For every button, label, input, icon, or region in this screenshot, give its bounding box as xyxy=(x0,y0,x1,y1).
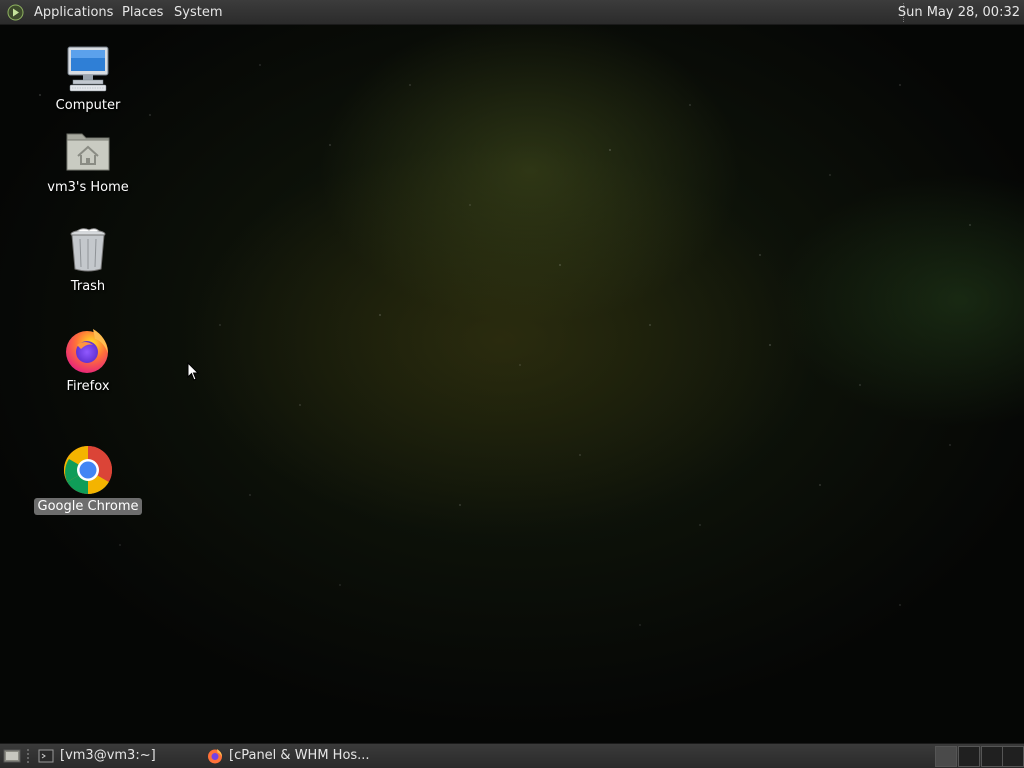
icon-label: Computer xyxy=(55,98,121,113)
show-desktop-icon[interactable] xyxy=(3,748,21,764)
workspace-3[interactable] xyxy=(981,746,1003,767)
taskbar-item-firefox[interactable]: [cPanel & WHM Hos... xyxy=(207,745,407,767)
wallpaper-stars xyxy=(0,25,1024,743)
icon-label: Trash xyxy=(70,279,106,294)
workspace-1[interactable] xyxy=(935,746,957,767)
desktop-icon-home[interactable]: vm3's Home xyxy=(33,126,143,196)
icon-label: Firefox xyxy=(66,379,110,394)
workspace-2[interactable] xyxy=(958,746,980,767)
desktop-icon-computer[interactable]: Computer xyxy=(33,44,143,114)
icon-label: Google Chrome xyxy=(33,498,143,515)
task-label: [vm3@vm3:~] xyxy=(60,748,156,763)
firefox-icon xyxy=(208,749,222,764)
system-menu[interactable]: System xyxy=(170,0,226,25)
mouse-cursor-icon xyxy=(187,362,199,381)
panel-handle[interactable] xyxy=(27,749,33,763)
computer-icon xyxy=(67,46,109,92)
task-label: [cPanel & WHM Hos... xyxy=(229,748,370,763)
firefox-icon xyxy=(66,329,108,373)
home-folder-icon xyxy=(66,133,110,171)
clock[interactable]: Sun May 28, 00:32 xyxy=(892,0,1020,25)
desktop-icon-chrome[interactable]: Google Chrome xyxy=(33,445,143,515)
terminal-icon xyxy=(38,749,54,763)
desktop-icon-firefox[interactable]: Firefox xyxy=(33,325,143,395)
menu-logo-icon[interactable] xyxy=(7,4,24,21)
bottom-panel: [vm3@vm3:~] [cPanel & WHM Hos... xyxy=(0,743,1024,768)
desktop-icon-trash[interactable]: Trash xyxy=(33,225,143,295)
top-panel: Applications Places System Sun May 28, 0… xyxy=(0,0,1024,25)
chrome-icon xyxy=(63,446,113,495)
applications-menu[interactable]: Applications xyxy=(30,0,117,25)
workspace-4[interactable] xyxy=(1002,746,1024,767)
taskbar-item-terminal[interactable]: [vm3@vm3:~] xyxy=(38,745,198,767)
trash-icon xyxy=(70,228,106,272)
places-menu[interactable]: Places xyxy=(118,0,167,25)
icon-label: vm3's Home xyxy=(47,180,129,195)
